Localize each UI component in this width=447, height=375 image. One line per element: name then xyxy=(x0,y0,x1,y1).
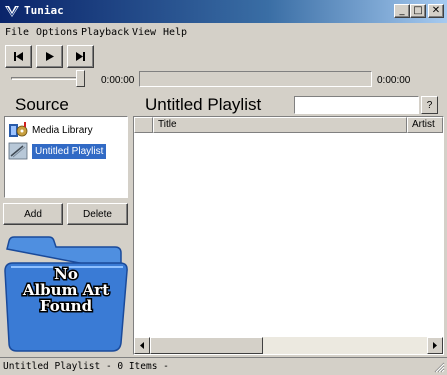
volume-slider-thumb[interactable] xyxy=(76,70,85,87)
play-button[interactable] xyxy=(36,45,63,68)
tuniac-logo-icon xyxy=(5,6,19,17)
source-item-label: Untitled Playlist xyxy=(32,143,107,159)
horizontal-scrollbar[interactable] xyxy=(134,337,443,354)
source-item-media-library[interactable]: Media Library xyxy=(8,120,93,140)
minimize-button[interactable]: _ xyxy=(394,4,410,18)
playlist-icon xyxy=(8,142,28,160)
playlist-header: Title Artist xyxy=(134,117,443,133)
add-button[interactable]: Add xyxy=(3,203,63,225)
title-bar[interactable]: Tuniac _ □ ✕ xyxy=(0,0,447,23)
source-list[interactable]: Media Library Untitled Playlist xyxy=(4,116,128,198)
column-header-artist[interactable]: Artist xyxy=(407,117,443,133)
search-help-button[interactable]: ? xyxy=(421,96,438,114)
playlist-view[interactable]: Title Artist xyxy=(133,116,444,355)
status-text: Untitled Playlist - 0 Items - xyxy=(3,361,169,372)
menu-help[interactable]: Help xyxy=(163,27,187,38)
menu-view[interactable]: View xyxy=(132,27,156,38)
arrow-right-icon xyxy=(433,342,437,349)
scroll-left-button[interactable] xyxy=(134,337,150,354)
column-header-title[interactable]: Title xyxy=(153,117,407,133)
close-icon: ✕ xyxy=(431,5,441,16)
album-art-placeholder: No Album Art Found xyxy=(4,236,128,352)
previous-button[interactable] xyxy=(5,45,32,68)
minimize-icon: _ xyxy=(399,5,405,16)
album-art-line: Found xyxy=(40,297,93,315)
menu-bar: File Options Playback View Help xyxy=(0,24,447,43)
menu-playback[interactable]: Playback xyxy=(81,27,129,38)
elapsed-time: 0:00:00 xyxy=(101,75,135,86)
previous-icon xyxy=(14,52,23,61)
volume-slider-track[interactable] xyxy=(11,77,84,80)
close-button[interactable]: ✕ xyxy=(428,4,444,18)
scroll-right-button[interactable] xyxy=(427,337,443,354)
search-input[interactable] xyxy=(294,96,419,114)
playlist-title: Untitled Playlist xyxy=(145,95,262,114)
next-button[interactable] xyxy=(67,45,94,68)
maximize-icon: □ xyxy=(413,5,423,16)
remaining-time: 0:00:00 xyxy=(377,75,411,86)
media-library-icon xyxy=(9,122,28,137)
play-icon xyxy=(46,52,54,61)
status-bar: Untitled Playlist - 0 Items - xyxy=(0,357,447,375)
resize-grip-icon[interactable] xyxy=(434,362,445,373)
menu-file[interactable]: File xyxy=(5,27,29,38)
seek-bar[interactable] xyxy=(139,71,372,87)
scroll-thumb[interactable] xyxy=(150,337,263,354)
window-title: Tuniac xyxy=(24,4,64,17)
delete-button[interactable]: Delete xyxy=(67,203,128,225)
next-icon xyxy=(76,52,85,61)
menu-options[interactable]: Options xyxy=(36,27,78,38)
source-item-untitled-playlist[interactable]: Untitled Playlist xyxy=(8,141,107,161)
arrow-left-icon xyxy=(140,342,144,349)
column-header-status[interactable] xyxy=(134,117,153,133)
source-item-label: Media Library xyxy=(32,124,93,136)
source-title: Source xyxy=(15,95,69,114)
maximize-button[interactable]: □ xyxy=(410,4,426,18)
